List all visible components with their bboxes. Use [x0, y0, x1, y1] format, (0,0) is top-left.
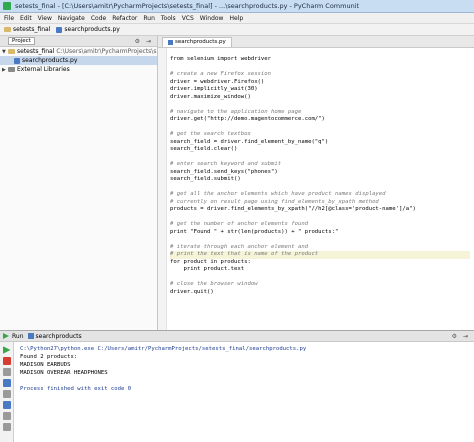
- project-panel: Project ⚙ ⇥ ▼ setests_final C:\Users\ami…: [0, 36, 158, 330]
- code-line[interactable]: driver.maximize_window(): [170, 94, 470, 102]
- menu-view[interactable]: View: [38, 15, 52, 22]
- breadcrumb-file[interactable]: searchproducts.py: [56, 26, 120, 33]
- code-line[interactable]: print product.text: [170, 266, 470, 274]
- code-line[interactable]: from selenium import webdriver: [170, 56, 470, 64]
- code-line[interactable]: driver = webdriver.Firefox(): [170, 79, 470, 87]
- code-line[interactable]: print "Found " + str(len(products)) + " …: [170, 229, 470, 237]
- code-line[interactable]: products = driver.find_elements_by_xpath…: [170, 206, 470, 214]
- tree-item-path: C:\Users\amitr\PycharmProjects\s: [56, 48, 157, 55]
- code-line[interactable]: # navigate to the application home page: [170, 109, 470, 117]
- code-line[interactable]: search_field = driver.find_element_by_na…: [170, 139, 470, 147]
- clear-all-button[interactable]: [2, 412, 11, 420]
- console-line: MADISON OVEREAR HEADPHONES: [20, 370, 108, 376]
- run-icon: [3, 333, 9, 339]
- menu-navigate[interactable]: Navigate: [58, 15, 85, 22]
- code-line[interactable]: # get the search textbox: [170, 131, 470, 139]
- console-line: C:\Python27\python.exe C:/Users/amitr/Py…: [20, 346, 307, 352]
- panel-settings-icon[interactable]: ⚙ ⇥: [452, 333, 470, 340]
- library-icon: [8, 67, 15, 72]
- code-line[interactable]: driver.quit(): [170, 289, 470, 297]
- tree-item-searchproducts[interactable]: searchproducts.py: [0, 56, 157, 65]
- code-line[interactable]: [170, 236, 470, 244]
- code-line[interactable]: search_field.clear(): [170, 146, 470, 154]
- console-line: Process finished with exit code 0: [20, 386, 132, 392]
- window-title: setests_final - [C:\Users\amitr\PycharmP…: [15, 2, 360, 10]
- code-line[interactable]: for product in products:: [170, 259, 470, 267]
- python-file-icon: [14, 57, 20, 64]
- project-view-dropdown[interactable]: Project: [8, 37, 35, 45]
- editor-tab-bar: searchproducts.py: [158, 36, 474, 48]
- pause-button[interactable]: [2, 368, 11, 376]
- panel-settings-icon[interactable]: ⚙ ⇥: [135, 38, 153, 45]
- rerun-button[interactable]: [2, 346, 11, 354]
- editor-tab-label: searchproducts.py: [175, 39, 226, 45]
- python-file-icon: [27, 333, 34, 339]
- menu-bar: File Edit View Navigate Code Refactor Ru…: [0, 13, 474, 24]
- menu-window[interactable]: Window: [200, 15, 224, 22]
- console-output[interactable]: C:\Python27\python.exe C:/Users/amitr/Py…: [20, 345, 470, 393]
- code-line[interactable]: [170, 101, 470, 109]
- menu-refactor[interactable]: Refactor: [112, 15, 137, 22]
- scroll-to-end-button[interactable]: [2, 379, 11, 387]
- menu-tools[interactable]: Tools: [161, 15, 176, 22]
- code-line[interactable]: [170, 274, 470, 282]
- editor-tab-searchproducts[interactable]: searchproducts.py: [162, 37, 232, 47]
- code-line[interactable]: search_field.submit(): [170, 176, 470, 184]
- code-editor[interactable]: searchproducts.py from selenium import w…: [158, 36, 474, 330]
- python-file-icon: [56, 26, 63, 33]
- folder-icon: [4, 27, 11, 32]
- run-panel-label: Run: [12, 332, 24, 340]
- menu-run[interactable]: Run: [143, 15, 155, 22]
- folder-icon: [8, 49, 15, 54]
- tree-item-project-root[interactable]: ▼ setests_final C:\Users\amitr\PycharmPr…: [0, 47, 157, 56]
- code-line[interactable]: [170, 124, 470, 132]
- breadcrumb-file-label: searchproducts.py: [64, 26, 120, 33]
- project-panel-header: Project ⚙ ⇥: [0, 36, 157, 47]
- close-button[interactable]: [2, 423, 11, 431]
- console-line: MADISON EARBUDS: [20, 362, 71, 368]
- code-line[interactable]: # currently on result page using find_el…: [170, 199, 470, 207]
- menu-edit[interactable]: Edit: [20, 15, 32, 22]
- soft-wrap-button[interactable]: [2, 401, 11, 409]
- code-line[interactable]: # get all the anchor elements which have…: [170, 191, 470, 199]
- menu-code[interactable]: Code: [91, 15, 106, 22]
- code-line[interactable]: [170, 214, 470, 222]
- code-line[interactable]: # create a new Firefox session: [170, 71, 470, 79]
- code-line[interactable]: driver.implicitly_wait(30): [170, 86, 470, 94]
- code-area[interactable]: from selenium import webdriver # create a…: [170, 56, 470, 296]
- tree-item-label: setests_final: [17, 48, 55, 55]
- code-line[interactable]: # enter search keyword and submit: [170, 161, 470, 169]
- stop-button[interactable]: [2, 357, 11, 365]
- run-config-label[interactable]: searchproducts: [36, 333, 82, 340]
- run-panel-header: Run searchproducts ⚙ ⇥: [0, 331, 474, 342]
- code-line[interactable]: driver.get("http://demo.magentocommerce.…: [170, 116, 470, 124]
- menu-vcs[interactable]: VCS: [182, 15, 194, 22]
- menu-file[interactable]: File: [4, 15, 14, 22]
- menu-help[interactable]: Help: [229, 15, 243, 22]
- breadcrumb-project[interactable]: setests_final: [4, 26, 50, 33]
- editor-gutter: [158, 48, 167, 330]
- title-bar: setests_final - [C:\Users\amitr\PycharmP…: [0, 0, 474, 13]
- code-line[interactable]: # iterate through each anchor element an…: [170, 244, 470, 252]
- code-line[interactable]: # close the browser window: [170, 281, 470, 289]
- code-line[interactable]: # print the text that is name of the pro…: [170, 251, 470, 259]
- code-line[interactable]: # get the number of anchor elements foun…: [170, 221, 470, 229]
- code-line[interactable]: search_field.send_keys("phones"): [170, 169, 470, 177]
- run-toolbar: [0, 342, 14, 442]
- console-line: Found 2 products:: [20, 354, 78, 360]
- pycharm-app-icon: [3, 2, 11, 10]
- tree-item-label: External Libraries: [17, 66, 70, 73]
- tree-item-label: searchproducts.py: [22, 57, 78, 64]
- breadcrumb-project-label: setests_final: [13, 26, 51, 33]
- navigation-toolbar: setests_final searchproducts.py: [0, 24, 474, 36]
- run-panel: Run searchproducts ⚙ ⇥ C:\Python27\pytho…: [0, 330, 474, 442]
- code-line[interactable]: [170, 64, 470, 72]
- code-line[interactable]: [170, 154, 470, 162]
- print-button[interactable]: [2, 390, 11, 398]
- python-file-icon: [168, 40, 173, 45]
- code-line[interactable]: [170, 184, 470, 192]
- tree-item-external-libraries[interactable]: ▶ External Libraries: [0, 65, 157, 74]
